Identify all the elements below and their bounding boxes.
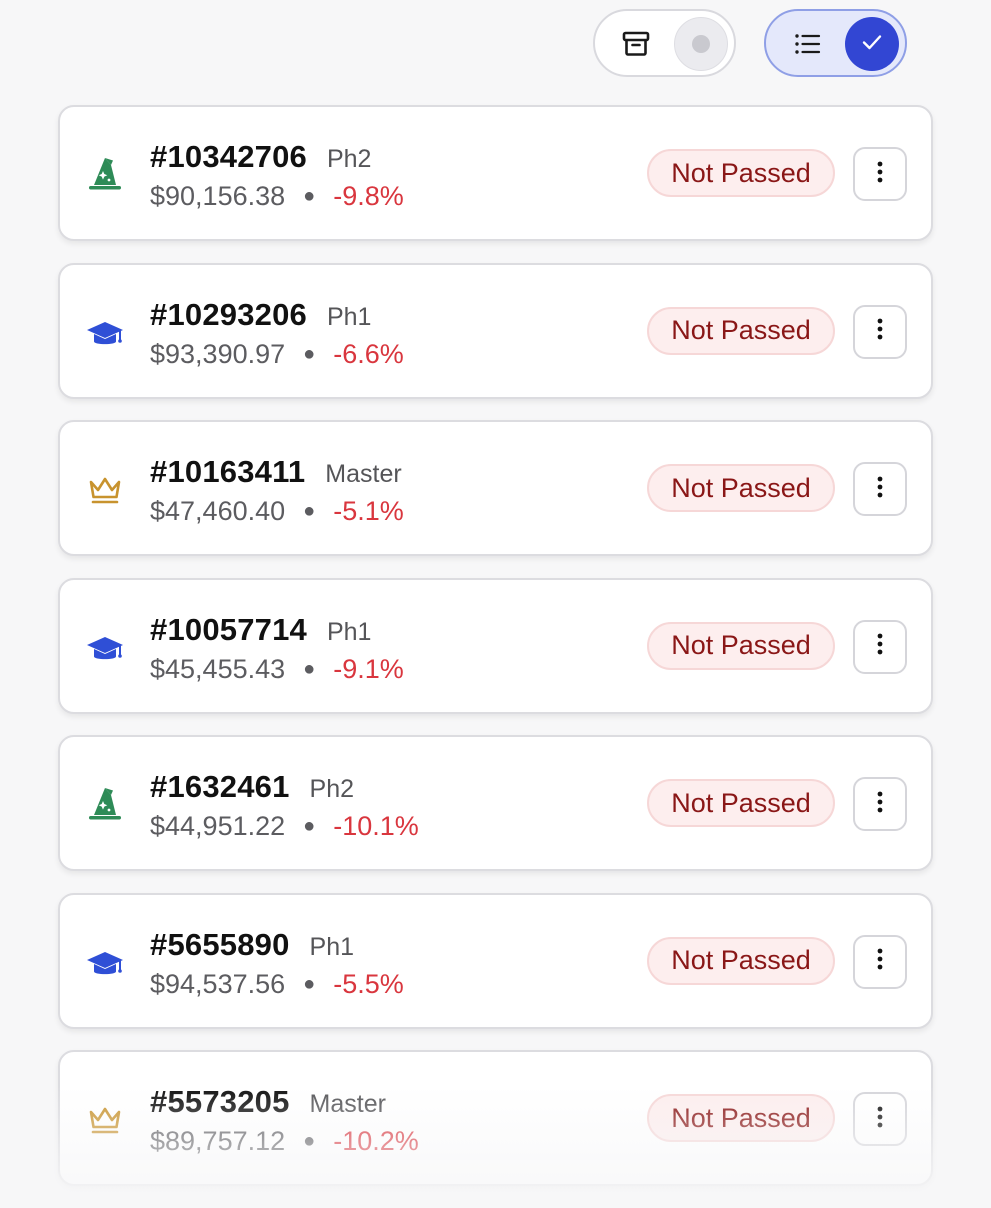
account-card[interactable]: #5573205 Master $89,757.12 ● -10.2% Not … [58, 1050, 933, 1186]
separator-dot: ● [303, 657, 316, 680]
check-icon [860, 30, 884, 59]
account-id: #5655890 [150, 926, 290, 962]
status-badge: Not Passed [647, 936, 835, 985]
account-balance: $94,537.56 [150, 968, 286, 999]
more-options-button[interactable] [853, 619, 907, 674]
status-badge: Not Passed [647, 621, 835, 670]
account-id: #10057714 [150, 611, 307, 647]
archived-toggle[interactable] [593, 9, 736, 77]
account-change: -6.6% [333, 338, 404, 369]
more-options-button[interactable] [853, 462, 907, 516]
toggle-off-dot [692, 35, 710, 53]
account-change: -9.8% [333, 181, 404, 211]
separator-dot: ● [303, 815, 316, 837]
toggle-knob [674, 17, 728, 71]
status-badge: Not Passed [647, 1094, 835, 1142]
wizard-hat-icon [84, 785, 126, 825]
account-card[interactable]: #10057714 Ph1 $45,455.43 ● -9.1% Not Pas… [58, 577, 933, 714]
account-info: #1632461 Ph2 $44,951.22 ● -10.1% [150, 769, 419, 842]
toggle-knob [845, 17, 899, 71]
account-info: #5655890 Ph1 $94,537.56 ● -5.5% [150, 927, 404, 1000]
account-info: #5573205 Master $89,757.12 ● -10.2% [150, 1084, 419, 1157]
account-list: #10342706 Ph2 $90,156.38 ● -9.8% Not Pas… [58, 105, 933, 1208]
account-info: #10293206 Ph1 $93,390.97 ● -6.6% [150, 297, 404, 370]
account-card[interactable]: #5655890 Ph1 $94,537.56 ● -5.5% Not Pass… [58, 892, 933, 1029]
crown-icon [84, 470, 126, 510]
separator-dot: ● [303, 500, 316, 522]
account-id: #1632461 [150, 769, 290, 804]
account-phase: Ph1 [309, 932, 355, 961]
account-phase: Master [325, 460, 402, 488]
account-change: -10.2% [333, 1126, 419, 1156]
status-badge: Not Passed [647, 149, 835, 197]
account-phase: Master [309, 1090, 386, 1118]
more-vertical-icon [876, 790, 884, 819]
account-phase: Ph2 [326, 145, 372, 173]
account-card[interactable]: #1632461 Ph2 $44,951.22 ● -10.1% Not Pas… [58, 735, 933, 871]
status-badge: Not Passed [647, 779, 835, 827]
list-view-toggle[interactable] [764, 9, 907, 77]
status-badge: Not Passed [647, 464, 835, 512]
account-info: #10163411 Master $47,460.40 ● -5.1% [150, 454, 404, 527]
more-options-button[interactable] [853, 304, 907, 359]
account-id: #10293206 [150, 296, 307, 332]
account-phase: Ph1 [326, 617, 372, 646]
account-info: #10057714 Ph1 $45,455.43 ● -9.1% [150, 612, 404, 685]
account-change: -10.1% [333, 811, 419, 841]
more-options-button[interactable] [853, 1092, 907, 1146]
account-info: #10342706 Ph2 $90,156.38 ● -9.8% [150, 139, 404, 212]
more-options-button[interactable] [853, 934, 907, 989]
account-id: #10163411 [150, 454, 306, 489]
graduation-cap-icon [84, 628, 126, 668]
graduation-cap-icon [84, 313, 126, 353]
account-balance: $47,460.40 [150, 496, 286, 526]
account-card[interactable]: #10342706 Ph2 $90,156.38 ● -9.8% Not Pas… [58, 105, 933, 241]
account-phase: Ph1 [326, 302, 372, 331]
crown-icon [84, 1100, 126, 1140]
more-vertical-icon [876, 475, 884, 504]
more-vertical-icon [876, 160, 884, 189]
account-id: #10342706 [150, 139, 307, 174]
account-change: -5.5% [333, 968, 404, 999]
graduation-cap-icon [84, 943, 126, 983]
account-balance: $90,156.38 [150, 181, 286, 211]
top-toolbar [0, 8, 991, 82]
account-balance: $89,757.12 [150, 1126, 286, 1156]
account-phase: Ph2 [309, 775, 355, 803]
separator-dot: ● [303, 185, 316, 207]
account-balance: $93,390.97 [150, 338, 286, 369]
account-change: -5.1% [333, 496, 404, 526]
account-card[interactable]: #10163411 Master $47,460.40 ● -5.1% Not … [58, 420, 933, 556]
account-change: -9.1% [333, 653, 404, 684]
more-vertical-icon [876, 1105, 884, 1134]
more-vertical-icon [876, 632, 884, 661]
archive-icon [619, 27, 653, 61]
account-balance: $44,951.22 [150, 811, 286, 841]
more-options-button[interactable] [853, 777, 907, 831]
separator-dot: ● [303, 972, 316, 995]
separator-dot: ● [303, 1130, 316, 1152]
account-id: #5573205 [150, 1084, 290, 1119]
separator-dot: ● [303, 342, 316, 365]
more-options-button[interactable] [853, 147, 907, 201]
account-card[interactable]: #10293206 Ph1 $93,390.97 ● -6.6% Not Pas… [58, 262, 933, 399]
more-vertical-icon [876, 317, 884, 346]
list-icon [790, 27, 824, 61]
status-badge: Not Passed [647, 306, 835, 355]
account-balance: $45,455.43 [150, 653, 286, 684]
more-vertical-icon [876, 947, 884, 976]
wizard-hat-icon [84, 155, 126, 195]
